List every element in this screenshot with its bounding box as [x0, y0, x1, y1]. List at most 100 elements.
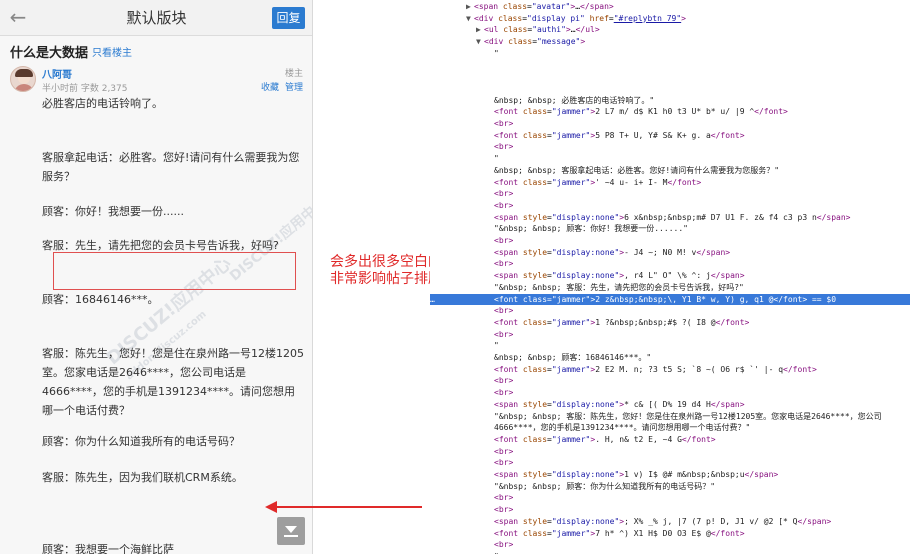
dom-node-content: <div class="message"> [484, 37, 586, 47]
dom-node-content: <br> [494, 306, 514, 316]
dom-node[interactable]: <br> [430, 457, 910, 468]
message-paragraph: 客服拿起电话：必胜客。您好!请问有什么需要我为您服务？ [42, 151, 300, 183]
dom-node[interactable] [430, 71, 910, 82]
dom-node-content: <font class="jammer">5 P8 T+ U, Y# S& K+… [494, 130, 745, 140]
expand-triangle-icon[interactable]: ▼ [476, 36, 484, 47]
dom-node[interactable]: <br> [430, 188, 910, 199]
dom-node[interactable]: "&nbsp; &nbsp; 客服：陈先生，您好！您是住在泉州路一号12楼120… [430, 411, 910, 422]
dom-node[interactable]: <br> [430, 200, 910, 211]
collapse-triangle-icon[interactable]: ▶ [466, 1, 474, 12]
ellipsis-icon[interactable]: … [430, 294, 435, 305]
scroll-to-bottom-button[interactable] [277, 517, 305, 545]
post-meta: 半小时前 字数 2,375 [42, 84, 128, 94]
dom-node-content: " [494, 48, 499, 58]
dom-node-content: <span style="display:none">1 v) I$ @# m&… [494, 470, 779, 479]
dom-node[interactable]: <span style="display:none">; X% _% j, |7… [430, 516, 910, 527]
only-op-link[interactable]: 只看楼主 [92, 44, 132, 59]
dom-node-content: <font class="jammer">7 h* ^) X1 H$ D0 O3… [494, 528, 745, 538]
dom-node[interactable]: <span style="display:none">6 x&nbsp;&nbs… [430, 212, 910, 223]
dom-node-content: <span style="display:none">; X% _% j, |7… [494, 516, 832, 526]
dom-node[interactable]: <br> [430, 387, 910, 398]
avatar[interactable] [10, 66, 36, 92]
dom-node-content: " [494, 154, 499, 164]
dom-node-content: "&nbsp; &nbsp; 顾客：你为什么知道我所有的电话号码？" [494, 481, 716, 491]
dom-node-content: <span style="display:none">6 x&nbsp;&nbs… [494, 212, 851, 222]
dom-node[interactable] [430, 60, 910, 71]
dom-node[interactable]: <font class="jammer">. H, n& t2 E, ~4 G<… [430, 434, 910, 445]
dom-node[interactable] [430, 83, 910, 94]
reply-button[interactable]: 回复 [272, 7, 305, 29]
dom-node[interactable]: &nbsp; &nbsp; 客服拿起电话：必胜客。您好!请问有什么需要我为您服务… [430, 165, 910, 176]
dom-node[interactable]: <font class="jammer">1 ?&nbsp;&nbsp;#$ ?… [430, 317, 910, 328]
dom-node[interactable]: <font class="jammer">2 E2 M. n; ?3 t5 S;… [430, 364, 910, 375]
dom-node-content: <br> [494, 189, 514, 199]
dom-node[interactable]: " [430, 48, 910, 59]
collapse-triangle-icon[interactable]: ▶ [476, 24, 484, 35]
dom-node[interactable]: <br> [430, 118, 910, 129]
dom-node[interactable]: "&nbsp; &nbsp; 客服：先生，请先把您的会员卡号告诉我，好吗?" [430, 282, 910, 293]
dom-node[interactable]: <font class="jammer">7 h* ^) X1 H$ D0 O3… [430, 528, 910, 539]
dom-node[interactable]: <br> [430, 446, 910, 457]
expand-triangle-icon[interactable]: ▼ [466, 13, 474, 24]
dom-node[interactable]: <br> [430, 329, 910, 340]
dom-node[interactable]: <br> [430, 375, 910, 386]
dom-node-content: <br> [494, 236, 514, 245]
dom-node[interactable]: <br> [430, 539, 910, 550]
dom-node[interactable]: ▶ <ul class="authi">…</ul> [430, 24, 910, 35]
dom-node[interactable]: <br> [430, 141, 910, 152]
dom-node[interactable]: ▶ <span class="avatar">…</span> [430, 1, 910, 12]
dom-node-content: <div class="display pi" href="#replybtn_… [474, 13, 686, 23]
dom-node-content: <span style="display:none">- J4 ~; N0 M!… [494, 247, 731, 257]
dom-node-content: <font class="jammer">. H, n& t2 E, ~4 G<… [494, 434, 716, 444]
dom-node-content: "&nbsp; &nbsp; 顾客：你好！我想要一份......" [494, 224, 688, 234]
dom-node-content: <font class="jammer">2 E2 M. n; ?3 t5 S;… [494, 364, 817, 374]
dom-node-content: "&nbsp; &nbsp; 客服：先生，请先把您的会员卡号告诉我，好吗?" [494, 282, 744, 292]
dom-node-content: <br> [494, 388, 514, 398]
dom-node[interactable]: ▼ <div class="message"> [430, 36, 910, 47]
dom-node-content: <br> [494, 119, 514, 128]
dom-node-content: &nbsp; &nbsp; 必胜客店的电话铃响了。" [494, 95, 655, 105]
manage-link[interactable]: 管理 [285, 80, 303, 93]
message-paragraph: 客服：陈先生，您好！您是住在泉州路一号12楼1205室。您家电话是2646***… [42, 347, 304, 417]
dom-node[interactable]: &nbsp; &nbsp; 必胜客店的电话铃响了。" [430, 95, 910, 106]
dom-node[interactable]: "&nbsp; &nbsp; 顾客：你好！我想要一份......" [430, 223, 910, 234]
dom-node-content: " [494, 341, 499, 351]
dom-node[interactable]: " [430, 153, 910, 164]
dom-node[interactable]: <span style="display:none">, r4 L" O" \%… [430, 270, 910, 281]
dom-node-content: <ul class="authi">…</ul> [484, 25, 600, 35]
dom-node[interactable]: <font class="jammer">2 L7 m/ d$ K1 h0 t3… [430, 106, 910, 117]
message-paragraph: 必胜客店的电话铃响了。 [42, 97, 163, 110]
dom-node-content: <font class="jammer">1 ?&nbsp;&nbsp;#$ ?… [494, 317, 750, 327]
dom-node[interactable]: " [430, 340, 910, 351]
dom-node[interactable]: &nbsp; &nbsp; 顾客：16846146***。" [430, 352, 910, 363]
message-paragraph: 顾客：我想要一个海鲜比萨 [42, 543, 174, 554]
dom-node-content: <span style="display:none">* c& [( D% 19… [494, 399, 745, 409]
dom-node-selected[interactable]: <font class="jammer">2 z&nbsp;&nbsp;\, Y… [430, 293, 910, 305]
dom-node-content: <br> [494, 446, 514, 456]
dom-node-content: <br> [494, 505, 514, 515]
top-bar: ← 默认版块 回复 [0, 0, 312, 36]
dom-node[interactable]: <font class="jammer">5 P8 T+ U, Y# S& K+… [430, 130, 910, 141]
dom-node[interactable]: <font class="jammer">' ~4 u- i+ I- M</fo… [430, 177, 910, 188]
dom-node[interactable]: ▼ <div class="display pi" href="#replybtn… [430, 13, 910, 24]
dom-node[interactable]: <br> [430, 492, 910, 503]
author-name[interactable]: 八阿哥 [42, 66, 72, 81]
dom-node[interactable]: <br> [430, 504, 910, 515]
dom-node[interactable]: <br> [430, 305, 910, 316]
dom-node-content: <font class="jammer">2 z&nbsp;&nbsp;\, Y… [494, 294, 837, 304]
dom-node[interactable]: 4666****，您的手机是1391234****。请问您想用哪一个电话付费？" [430, 422, 910, 433]
dom-node[interactable]: "&nbsp; &nbsp; 顾客：你为什么知道我所有的电话号码？" [430, 481, 910, 492]
dom-node[interactable]: <span style="display:none">- J4 ~; N0 M!… [430, 247, 910, 258]
favorite-link[interactable]: 收藏 [261, 80, 279, 93]
dom-node[interactable]: <span style="display:none">1 v) I$ @# m&… [430, 469, 910, 480]
dom-node[interactable]: <br> [430, 235, 910, 246]
forum-title: 默认版块 [126, 9, 187, 27]
dom-node-content: <br> [494, 259, 514, 269]
dom-node-content: <span class="avatar">…</span> [474, 2, 614, 11]
dom-node[interactable]: <br> [430, 258, 910, 269]
dom-node-content: &nbsp; &nbsp; 客服拿起电话：必胜客。您好!请问有什么需要我为您服务… [494, 165, 780, 175]
dom-node-content: 4666****，您的手机是1391234****。请问您想用哪一个电话付费？" [494, 423, 751, 433]
message-paragraph: 顾客：你好！我想要一份...... [42, 205, 184, 218]
dom-node-content: <br> [494, 142, 514, 152]
dom-node[interactable]: <span style="display:none">* c& [( D% 19… [430, 399, 910, 410]
